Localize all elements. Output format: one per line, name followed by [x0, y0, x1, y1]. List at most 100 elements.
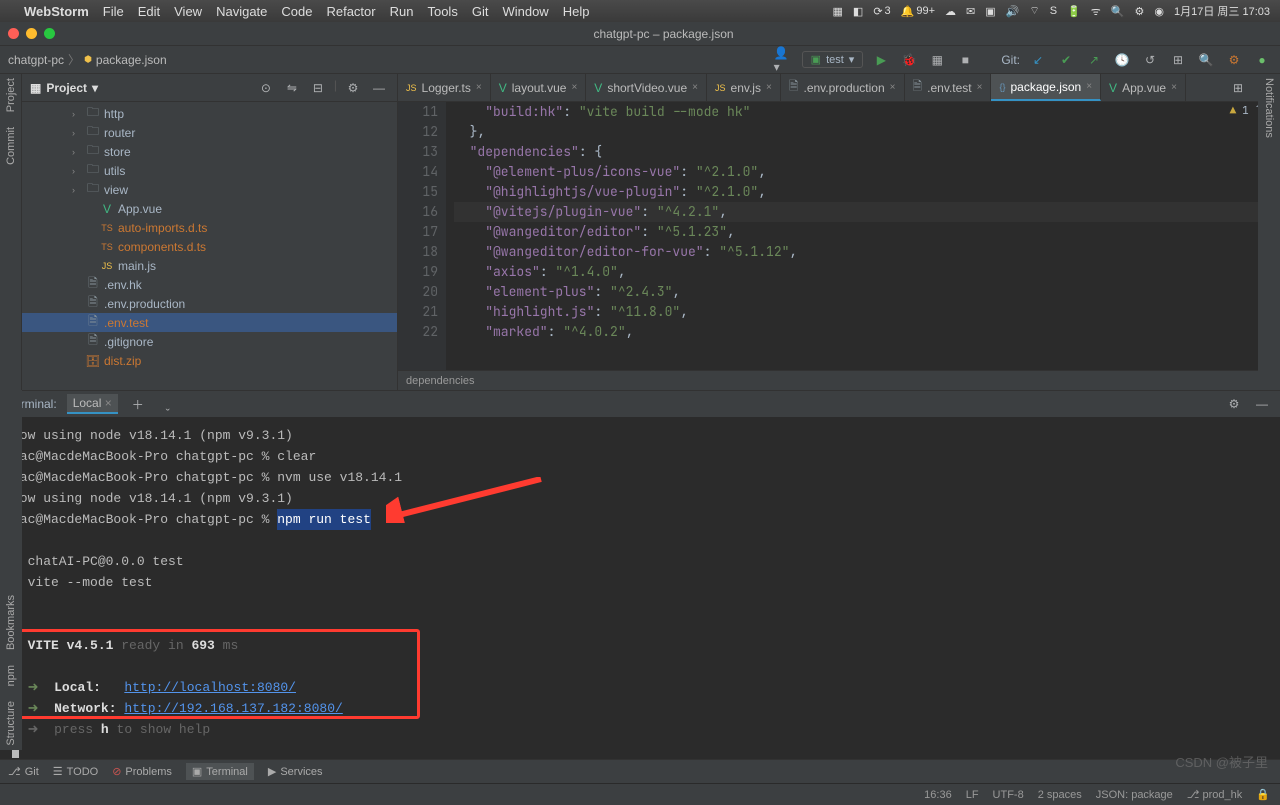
git-rollback-icon[interactable]: ↺ [1140, 50, 1160, 70]
close-icon[interactable]: × [1171, 82, 1177, 93]
tray-icon[interactable]: S [1050, 5, 1057, 17]
git-pull-icon[interactable]: ↙ [1028, 50, 1048, 70]
tool-notifications[interactable]: Notifications [1263, 78, 1275, 138]
tab-list-icon[interactable]: ⊞ [1228, 78, 1248, 98]
breadcrumb-file[interactable]: package.json [96, 53, 167, 67]
editor-tab[interactable]: 🗎.env.production× [781, 74, 905, 101]
tray-search-icon[interactable]: 🔍 [1111, 5, 1125, 18]
status-branch[interactable]: ⎇ prod_hk [1187, 788, 1243, 801]
menu-file[interactable]: File [103, 4, 124, 19]
tree-item[interactable]: ›🗀router [22, 123, 397, 142]
tray-wechat-icon[interactable]: ✉ [966, 5, 975, 18]
project-tree[interactable]: ›🗀http›🗀router›🗀store›🗀utils›🗀viewVApp.v… [22, 102, 397, 390]
git-history-icon[interactable]: 🕓 [1112, 50, 1132, 70]
collapse-icon[interactable]: ⊟ [308, 78, 328, 98]
tray-control-icon[interactable]: ⚙ [1135, 5, 1145, 18]
tool-terminal[interactable]: ▣ Terminal [186, 763, 254, 780]
tree-item[interactable]: ›🗀store [22, 142, 397, 161]
run-button[interactable]: ▶ [871, 50, 891, 70]
coverage-button[interactable]: ▦ [927, 50, 947, 70]
tree-item[interactable]: 🗎.env.production [22, 294, 397, 313]
tree-item[interactable]: ›🗀http [22, 104, 397, 123]
editor-tab[interactable]: 🗎.env.test× [905, 74, 992, 101]
user-icon[interactable]: 👤▾ [774, 50, 794, 70]
close-icon[interactable]: × [476, 82, 482, 93]
menu-help[interactable]: Help [563, 4, 590, 19]
ide-gear-icon[interactable]: ⚙ [1224, 50, 1244, 70]
tray-icon[interactable]: ▦ [833, 5, 843, 18]
code-breadcrumb[interactable]: dependencies [398, 370, 1280, 390]
tray-updates[interactable]: ⟳3 [873, 5, 890, 18]
tool-structure[interactable]: Structure [5, 701, 17, 746]
close-icon[interactable]: × [1086, 81, 1092, 92]
tray-siri-icon[interactable]: ◉ [1154, 5, 1164, 18]
menu-code[interactable]: Code [281, 4, 312, 19]
close-icon[interactable]: × [766, 82, 772, 93]
tree-item[interactable]: 🗎.env.hk [22, 275, 397, 294]
tree-item[interactable]: 🗎.env.test [22, 313, 397, 332]
breadcrumb-root[interactable]: chatgpt-pc [8, 53, 64, 67]
menu-window[interactable]: Window [502, 4, 548, 19]
editor-tab[interactable]: JSLogger.ts× [398, 74, 491, 101]
avatar[interactable]: ● [1252, 50, 1272, 70]
terminal-dropdown-icon[interactable]: ˬ [158, 394, 178, 414]
tool-commit[interactable]: Commit [5, 127, 17, 165]
tray-bt-icon[interactable]: ⌔ [1029, 4, 1039, 18]
editor-tab[interactable]: VshortVideo.vue× [586, 74, 707, 101]
new-terminal-button[interactable]: ＋ [128, 394, 148, 414]
tray-clock[interactable]: 1月17日 周三 17:03 [1174, 3, 1270, 19]
code[interactable]: "build:hk": "vite build --mode hk" }, "d… [446, 102, 1280, 370]
menu-edit[interactable]: Edit [138, 4, 160, 19]
tray-icon[interactable]: ▣ [985, 5, 995, 18]
zoom-button[interactable] [44, 28, 55, 39]
app-name[interactable]: WebStorm [24, 4, 89, 19]
editor-tab[interactable]: Vlayout.vue× [491, 74, 587, 101]
tool-services[interactable]: ▶ Services [268, 765, 323, 778]
menu-tools[interactable]: Tools [427, 4, 457, 19]
close-icon[interactable]: × [890, 82, 896, 93]
minimize-button[interactable] [26, 28, 37, 39]
terminal-body[interactable]: Now using node v18.14.1 (npm v9.3.1)mac@… [0, 417, 1280, 759]
gear-icon[interactable]: ⚙ [343, 78, 363, 98]
stop-button[interactable]: ■ [955, 50, 975, 70]
ide-settings-icon[interactable]: ⊞ [1168, 50, 1188, 70]
tree-item[interactable]: VApp.vue [22, 199, 397, 218]
tool-npm[interactable]: npm [5, 665, 17, 686]
tray-notif[interactable]: 🔔99+ [901, 5, 935, 18]
tool-problems[interactable]: ⊘ Problems [112, 765, 172, 778]
expand-icon[interactable]: ⇋ [282, 78, 302, 98]
close-icon[interactable]: × [977, 82, 983, 93]
search-icon[interactable]: 🔍 [1196, 50, 1216, 70]
tree-item[interactable]: TSauto-imports.d.ts [22, 218, 397, 237]
local-url[interactable]: http://localhost:8080/ [124, 680, 296, 695]
editor-tab[interactable]: JSenv.js× [707, 74, 781, 101]
tool-bookmarks[interactable]: Bookmarks [5, 595, 17, 650]
chevron-down-icon[interactable]: ▾ [92, 81, 98, 95]
hide-icon[interactable]: — [369, 78, 389, 98]
git-commit-icon[interactable]: ✔ [1056, 50, 1076, 70]
tree-item[interactable]: ›🗀utils [22, 161, 397, 180]
network-url[interactable]: http://192.168.137.182:8080/ [124, 701, 342, 716]
menu-view[interactable]: View [174, 4, 202, 19]
close-button[interactable] [8, 28, 19, 39]
tree-item[interactable]: TScomponents.d.ts [22, 237, 397, 256]
terminal-tab-local[interactable]: Local × [67, 394, 118, 414]
tool-project[interactable]: Project [5, 78, 17, 112]
status-lock-icon[interactable]: 🔒 [1256, 788, 1270, 801]
code-area[interactable]: 111213141516171819202122 "build:hk": "vi… [398, 102, 1280, 370]
git-push-icon[interactable]: ↗ [1084, 50, 1104, 70]
tray-icon[interactable]: ☁ [945, 5, 956, 18]
close-icon[interactable]: × [105, 396, 112, 410]
tool-git[interactable]: ⎇ Git [8, 765, 39, 778]
menu-git[interactable]: Git [472, 4, 489, 19]
editor-tab[interactable]: {}package.json× [991, 74, 1101, 101]
tray-wifi-icon[interactable]: ᯤ [1091, 4, 1101, 19]
close-icon[interactable]: × [692, 82, 698, 93]
menu-navigate[interactable]: Navigate [216, 4, 267, 19]
tree-item[interactable]: JSmain.js [22, 256, 397, 275]
hide-icon[interactable]: — [1252, 394, 1272, 414]
editor-tab[interactable]: VApp.vue× [1101, 74, 1186, 101]
debug-button[interactable]: 🐞 [899, 50, 919, 70]
tree-item[interactable]: ›🗀view [22, 180, 397, 199]
run-config-selector[interactable]: ▣ test ▾ [802, 51, 864, 68]
